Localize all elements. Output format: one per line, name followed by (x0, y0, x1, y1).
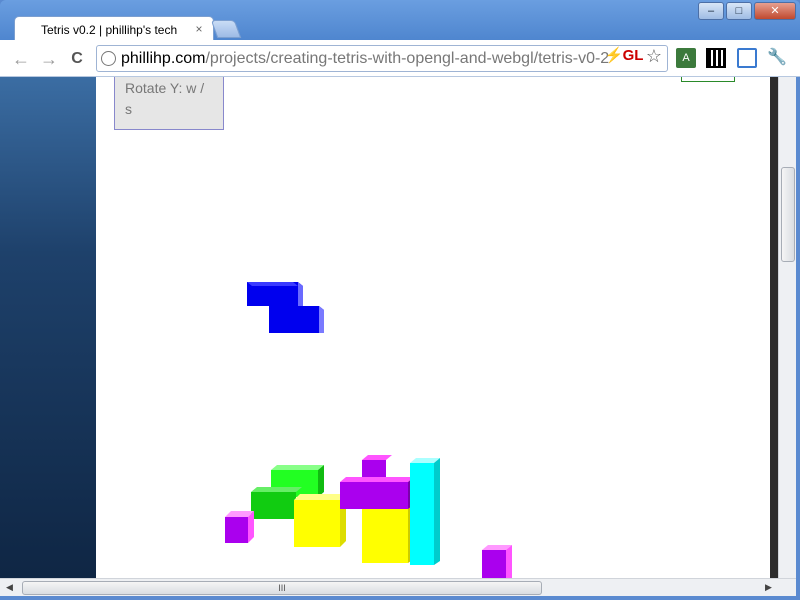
scroll-right-icon[interactable]: ▶ (765, 582, 772, 593)
forward-button[interactable]: → (38, 48, 60, 70)
falling-blue-z-piece (247, 282, 324, 333)
address-bar[interactable]: phillihp.com/projects/creating-tetris-wi… (96, 45, 668, 72)
magenta-block-right (482, 545, 512, 578)
scroll-left-icon[interactable]: ◀ (6, 582, 13, 593)
purple-t-piece (340, 455, 414, 509)
translate-icon[interactable]: A (676, 48, 696, 68)
yellow-piece-left (294, 494, 346, 547)
page-content: Rotate Y: w / s (96, 77, 770, 578)
vertical-scrollbar[interactable] (778, 77, 796, 578)
maximize-button[interactable]: □ (726, 2, 752, 20)
window-titlebar: Tetris v0.2 | phillihp's tech b × – □ ✕ (0, 0, 800, 42)
browser-toolbar: ← → C phillihp.com/projects/creating-tet… (0, 40, 800, 77)
page-right-edge (770, 77, 778, 578)
minimize-button[interactable]: – (698, 2, 724, 20)
wrench-icon[interactable]: 🔧 (767, 48, 787, 68)
webgl-badge[interactable]: GL (620, 46, 646, 66)
qr-code-icon[interactable] (706, 48, 726, 68)
horizontal-scroll-thumb[interactable]: III (22, 581, 542, 595)
tab-title: Tetris v0.2 | phillihp's tech b (41, 23, 179, 37)
back-button[interactable]: ← (10, 48, 32, 70)
yellow-piece-right (362, 505, 414, 563)
page-sidebar (0, 77, 96, 578)
horizontal-scrollbar[interactable]: ◀ III ▶ (0, 578, 796, 596)
close-button[interactable]: ✕ (754, 2, 796, 20)
browser-tab[interactable]: Tetris v0.2 | phillihp's tech b × (14, 16, 214, 42)
url-host: phillihp.com (121, 50, 206, 67)
url-path: /projects/creating-tetris-with-opengl-an… (205, 50, 610, 67)
reload-button[interactable]: C (66, 48, 88, 70)
globe-icon (101, 51, 116, 66)
screen-capture-icon[interactable] (737, 48, 757, 68)
magenta-block-left (225, 511, 254, 543)
tab-close-icon[interactable]: × (191, 21, 207, 37)
tetris-3d-canvas[interactable] (96, 77, 770, 578)
vertical-scroll-thumb[interactable] (781, 167, 795, 262)
new-tab-button[interactable] (210, 20, 242, 38)
bookmark-star-icon[interactable]: ☆ (644, 46, 664, 66)
window-controls: – □ ✕ (696, 2, 796, 20)
cyan-i-piece (410, 458, 440, 565)
